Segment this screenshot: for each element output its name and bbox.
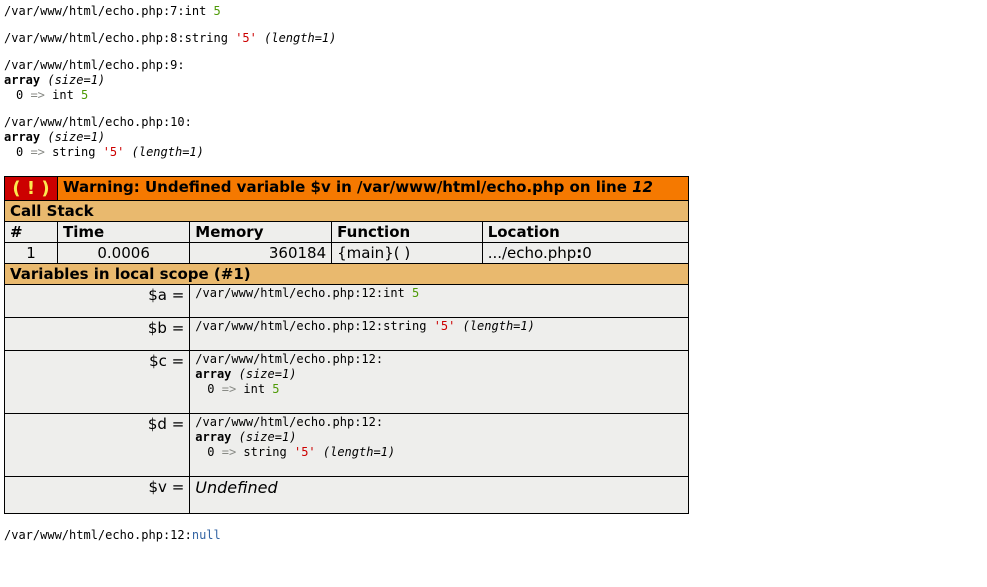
col-num: # — [5, 222, 58, 243]
undefined-label: Undefined — [195, 478, 683, 497]
array-label: array — [4, 130, 40, 144]
dump-array-header: array (size=1) — [4, 73, 983, 88]
array-label: array — [195, 367, 231, 381]
dump-path: /var/www/html/echo.php:8: — [4, 31, 185, 45]
item-length: (length=1) — [316, 445, 395, 459]
var-value: /var/www/html/echo.php:12:string '5' (le… — [190, 318, 689, 351]
item-value: 5 — [81, 88, 88, 102]
var-name: $c = — [5, 351, 190, 414]
scope-var-row: $b = /var/www/html/echo.php:12:string '5… — [5, 318, 689, 351]
callstack-header: Call Stack — [5, 201, 689, 222]
item-type: int — [236, 382, 272, 396]
arrow-icon: => — [30, 145, 44, 159]
var-value: Undefined — [190, 477, 689, 514]
var-name: $b = — [5, 318, 190, 351]
var-value: /var/www/html/echo.php:12: array (size=1… — [190, 414, 689, 477]
array-item: 0 => int 5 — [4, 88, 983, 103]
xdebug-var-dump: /var/www/html/echo.php:7:int 5 — [4, 4, 983, 19]
scope-label: Variables in local scope (#1) — [5, 264, 689, 285]
item-type: string — [45, 145, 103, 159]
dump-path: /var/www/html/echo.php:10: — [4, 115, 983, 130]
array-key: 0 — [207, 382, 221, 396]
array-size: (size=1) — [40, 130, 105, 144]
col-memory: Memory — [190, 222, 332, 243]
dump-array-header: array (size=1) — [4, 130, 983, 145]
dump-path: /var/www/html/echo.php:12: — [195, 352, 683, 367]
item-value: '5' — [294, 445, 316, 459]
dump-type: int — [185, 4, 214, 18]
var-value: /var/www/html/echo.php:12:int 5 — [190, 285, 689, 318]
array-size: (size=1) — [40, 73, 105, 87]
arrow-icon: => — [222, 382, 236, 396]
var-name: $a = — [5, 285, 190, 318]
dump-value: '5' — [235, 31, 257, 45]
dump-line: /var/www/html/echo.php:7:int 5 — [4, 4, 983, 19]
dump-path: /var/www/html/echo.php:9: — [4, 58, 983, 73]
array-key: 0 — [207, 445, 221, 459]
col-location: Location — [482, 222, 688, 243]
var-name: $v = — [5, 477, 190, 514]
loc-path: .../echo.php — [488, 244, 577, 262]
item-value: '5' — [103, 145, 125, 159]
callstack-columns: # Time Memory Function Location — [5, 222, 689, 243]
item-value: 5 — [272, 382, 279, 396]
dump-path: /var/www/html/echo.php:12: — [195, 319, 383, 333]
arrow-icon: => — [222, 445, 236, 459]
item-type: string — [236, 445, 294, 459]
stack-time: 0.0006 — [58, 243, 190, 264]
scope-var-row: $d = /var/www/html/echo.php:12: array (s… — [5, 414, 689, 477]
dump-type: string — [185, 31, 236, 45]
scope-var-row: $a = /var/www/html/echo.php:12:int 5 — [5, 285, 689, 318]
dump-value: null — [192, 528, 221, 542]
stack-function: {main}( ) — [332, 243, 483, 264]
dump-length: (length=1) — [257, 31, 336, 45]
callstack-row: 1 0.0006 360184 {main}( ) .../echo.php:0 — [5, 243, 689, 264]
xdebug-error-table: ( ! ) Warning: Undefined variable $v in … — [4, 176, 689, 514]
array-size: (size=1) — [231, 367, 296, 381]
error-line: 12 — [632, 178, 653, 196]
error-text: Warning: Undefined variable $v in /var/w… — [63, 178, 632, 196]
xdebug-var-dump: /var/www/html/echo.php:10: array (size=1… — [4, 115, 983, 160]
xdebug-var-dump: /var/www/html/echo.php:9: array (size=1)… — [4, 58, 983, 103]
array-label: array — [195, 430, 231, 444]
col-time: Time — [58, 222, 190, 243]
error-message: Warning: Undefined variable $v in /var/w… — [58, 177, 689, 201]
arrow-icon: => — [30, 88, 44, 102]
var-value: /var/www/html/echo.php:12: array (size=1… — [190, 351, 689, 414]
dump-value: '5' — [434, 319, 456, 333]
warning-icon: ( ! ) — [5, 177, 58, 201]
var-name: $d = — [5, 414, 190, 477]
loc-line: 0 — [582, 244, 592, 262]
array-size: (size=1) — [231, 430, 296, 444]
dump-value: 5 — [214, 4, 221, 18]
array-item: 0 => string '5' (length=1) — [4, 145, 983, 160]
dump-type: string — [383, 319, 434, 333]
array-key: 0 — [16, 88, 30, 102]
item-length: (length=1) — [124, 145, 203, 159]
stack-location: .../echo.php:0 — [482, 243, 688, 264]
dump-length: (length=1) — [455, 319, 534, 333]
stack-memory: 360184 — [190, 243, 332, 264]
scope-header: Variables in local scope (#1) — [5, 264, 689, 285]
dump-line: /var/www/html/echo.php:8:string '5' (len… — [4, 31, 983, 46]
item-type: int — [45, 88, 81, 102]
col-function: Function — [332, 222, 483, 243]
xdebug-var-dump: /var/www/html/echo.php:12:null — [4, 528, 983, 543]
dump-path: /var/www/html/echo.php:12: — [195, 415, 683, 430]
xdebug-var-dump: /var/www/html/echo.php:8:string '5' (len… — [4, 31, 983, 46]
scope-var-row: $c = /var/www/html/echo.php:12: array (s… — [5, 351, 689, 414]
callstack-label: Call Stack — [5, 201, 689, 222]
dump-path: /var/www/html/echo.php:12: — [195, 286, 383, 300]
dump-value: 5 — [412, 286, 419, 300]
dump-path: /var/www/html/echo.php:12: — [4, 528, 192, 542]
scope-var-row: $v = Undefined — [5, 477, 689, 514]
stack-num: 1 — [5, 243, 58, 264]
error-header-row: ( ! ) Warning: Undefined variable $v in … — [5, 177, 689, 201]
dump-path: /var/www/html/echo.php:7: — [4, 4, 185, 18]
array-key: 0 — [16, 145, 30, 159]
dump-type: int — [383, 286, 412, 300]
array-label: array — [4, 73, 40, 87]
